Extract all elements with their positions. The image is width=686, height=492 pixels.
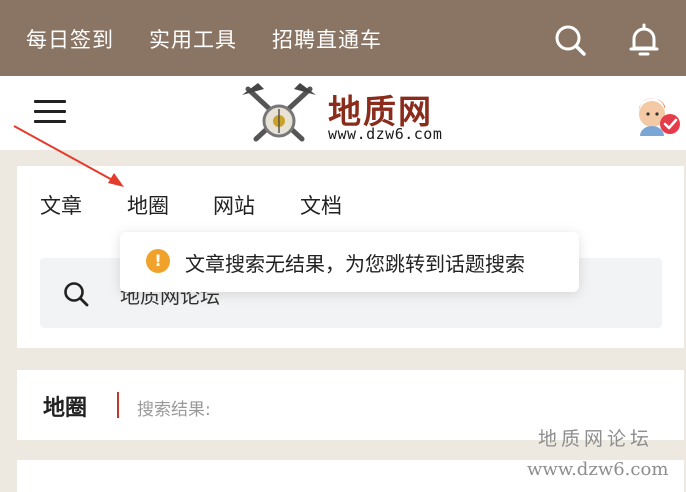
tab-websites[interactable]: 网站 xyxy=(213,190,255,220)
site-logo[interactable]: 地质网 www.dzw6.com xyxy=(240,81,470,147)
tab-documents[interactable]: 文档 xyxy=(300,190,342,220)
results-subtitle: 搜索结果: xyxy=(137,400,211,420)
site-header: 地质网 www.dzw6.com xyxy=(0,76,686,150)
tab-topics[interactable]: 地圈 xyxy=(127,190,169,220)
logo-url: www.dzw6.com xyxy=(328,125,443,143)
notice-toast: ! 文章搜索无结果，为您跳转到话题搜索 xyxy=(120,232,579,292)
search-icon[interactable] xyxy=(552,22,588,58)
nav-link-tools[interactable]: 实用工具 xyxy=(149,24,237,54)
nav-link-checkin[interactable]: 每日签到 xyxy=(26,24,114,54)
results-title: 地圈 xyxy=(43,396,88,421)
hamburger-icon[interactable] xyxy=(34,98,66,126)
bell-icon[interactable] xyxy=(626,22,662,58)
nav-link-jobs[interactable]: 招聘直通车 xyxy=(272,24,382,54)
watermark-title: 地质网论坛 xyxy=(538,428,654,450)
toast-message: 文章搜索无结果，为您跳转到话题搜索 xyxy=(185,252,525,276)
watermark-url: www.dzw6.com xyxy=(527,459,669,480)
title-divider xyxy=(117,392,119,418)
tab-articles[interactable]: 文章 xyxy=(40,190,82,220)
search-icon xyxy=(63,281,89,307)
top-nav-bar: 每日签到 实用工具 招聘直通车 xyxy=(0,0,686,76)
warning-icon: ! xyxy=(146,249,170,273)
avatar[interactable] xyxy=(636,96,682,136)
logo-emblem-icon xyxy=(242,83,316,142)
